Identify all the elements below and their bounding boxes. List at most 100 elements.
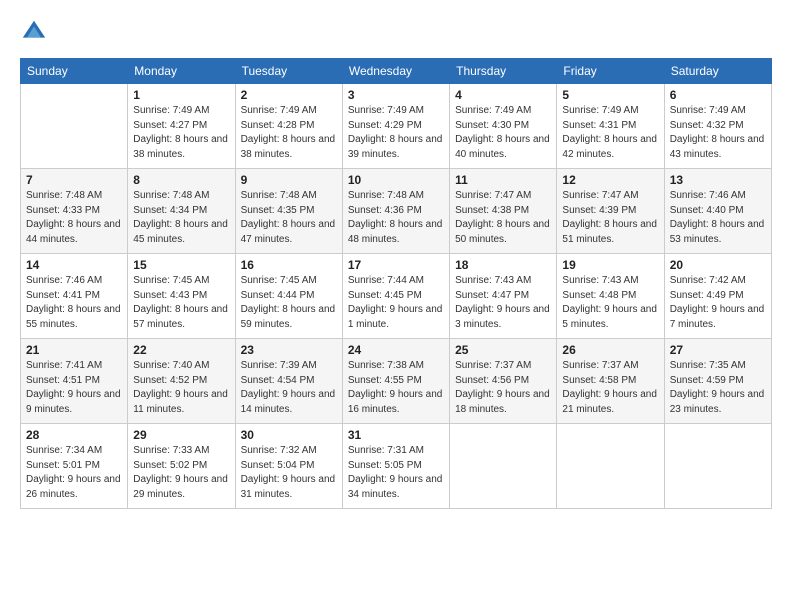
- day-info: Sunrise: 7:46 AMSunset: 4:40 PMDaylight:…: [670, 189, 766, 247]
- day-number: 19: [562, 258, 658, 272]
- day-cell-14: 14 Sunrise: 7:46 AMSunset: 4:41 PMDayligh…: [21, 254, 128, 339]
- day-cell-16: 16 Sunrise: 7:45 AMSunset: 4:44 PMDayligh…: [235, 254, 342, 339]
- day-cell-19: 19 Sunrise: 7:43 AMSunset: 4:48 PMDayligh…: [557, 254, 664, 339]
- day-number: 21: [26, 343, 122, 357]
- weekday-header-wednesday: Wednesday: [342, 59, 449, 84]
- calendar-table: SundayMondayTuesdayWednesdayThursdayFrid…: [20, 58, 772, 509]
- day-info: Sunrise: 7:33 AMSunset: 5:02 PMDaylight:…: [133, 444, 229, 502]
- day-info: Sunrise: 7:45 AMSunset: 4:43 PMDaylight:…: [133, 274, 229, 332]
- day-info: Sunrise: 7:49 AMSunset: 4:28 PMDaylight:…: [241, 104, 337, 162]
- day-cell-6: 6 Sunrise: 7:49 AMSunset: 4:32 PMDaylight…: [664, 84, 771, 169]
- day-info: Sunrise: 7:42 AMSunset: 4:49 PMDaylight:…: [670, 274, 766, 332]
- day-number: 12: [562, 173, 658, 187]
- day-cell-3: 3 Sunrise: 7:49 AMSunset: 4:29 PMDaylight…: [342, 84, 449, 169]
- day-cell-2: 2 Sunrise: 7:49 AMSunset: 4:28 PMDaylight…: [235, 84, 342, 169]
- day-number: 14: [26, 258, 122, 272]
- logo-icon: [20, 18, 48, 46]
- day-cell-20: 20 Sunrise: 7:42 AMSunset: 4:49 PMDayligh…: [664, 254, 771, 339]
- day-info: Sunrise: 7:47 AMSunset: 4:38 PMDaylight:…: [455, 189, 551, 247]
- day-cell-12: 12 Sunrise: 7:47 AMSunset: 4:39 PMDayligh…: [557, 169, 664, 254]
- week-row-1: 1 Sunrise: 7:49 AMSunset: 4:27 PMDaylight…: [21, 84, 772, 169]
- day-info: Sunrise: 7:37 AMSunset: 4:58 PMDaylight:…: [562, 359, 658, 417]
- day-cell-23: 23Sunrise: 7:39 AMSunset: 4:54 PMDayligh…: [235, 339, 342, 424]
- day-number: 28: [26, 428, 122, 442]
- week-row-5: 28 Sunrise: 7:34 AMSunset: 5:01 PMDayligh…: [21, 424, 772, 509]
- day-cell-9: 9 Sunrise: 7:48 AMSunset: 4:35 PMDaylight…: [235, 169, 342, 254]
- day-number: 18: [455, 258, 551, 272]
- day-info: Sunrise: 7:43 AMSunset: 4:48 PMDaylight:…: [562, 274, 658, 332]
- day-info: Sunrise: 7:38 AMSunset: 4:55 PMDaylight:…: [348, 359, 444, 417]
- day-number: 3: [348, 88, 444, 102]
- day-number: 20: [670, 258, 766, 272]
- day-info: Sunrise: 7:40 AMSunset: 4:52 PMDaylight:…: [133, 359, 229, 417]
- weekday-header-sunday: Sunday: [21, 59, 128, 84]
- week-row-2: 7Sunrise: 7:48 AMSunset: 4:33 PMDaylight…: [21, 169, 772, 254]
- week-row-4: 21Sunrise: 7:41 AMSunset: 4:51 PMDayligh…: [21, 339, 772, 424]
- day-cell-21: 21Sunrise: 7:41 AMSunset: 4:51 PMDayligh…: [21, 339, 128, 424]
- day-number: 31: [348, 428, 444, 442]
- weekday-header-friday: Friday: [557, 59, 664, 84]
- day-number: 6: [670, 88, 766, 102]
- day-number: 9: [241, 173, 337, 187]
- day-cell-4: 4 Sunrise: 7:49 AMSunset: 4:30 PMDaylight…: [450, 84, 557, 169]
- day-number: 16: [241, 258, 337, 272]
- day-number: 27: [670, 343, 766, 357]
- day-info: Sunrise: 7:49 AMSunset: 4:29 PMDaylight:…: [348, 104, 444, 162]
- day-number: 11: [455, 173, 551, 187]
- day-number: 22: [133, 343, 229, 357]
- day-info: Sunrise: 7:43 AMSunset: 4:47 PMDaylight:…: [455, 274, 551, 332]
- day-info: Sunrise: 7:49 AMSunset: 4:27 PMDaylight:…: [133, 104, 229, 162]
- day-number: 8: [133, 173, 229, 187]
- logo: [20, 18, 52, 46]
- day-cell-empty: [664, 424, 771, 509]
- weekday-header-thursday: Thursday: [450, 59, 557, 84]
- day-cell-7: 7Sunrise: 7:48 AMSunset: 4:33 PMDaylight…: [21, 169, 128, 254]
- day-info: Sunrise: 7:44 AMSunset: 4:45 PMDaylight:…: [348, 274, 444, 332]
- week-row-3: 14 Sunrise: 7:46 AMSunset: 4:41 PMDayligh…: [21, 254, 772, 339]
- day-cell-empty: [450, 424, 557, 509]
- day-info: Sunrise: 7:32 AMSunset: 5:04 PMDaylight:…: [241, 444, 337, 502]
- day-info: Sunrise: 7:35 AMSunset: 4:59 PMDaylight:…: [670, 359, 766, 417]
- day-info: Sunrise: 7:48 AMSunset: 4:34 PMDaylight:…: [133, 189, 229, 247]
- day-info: Sunrise: 7:49 AMSunset: 4:30 PMDaylight:…: [455, 104, 551, 162]
- day-cell-29: 29Sunrise: 7:33 AMSunset: 5:02 PMDayligh…: [128, 424, 235, 509]
- day-number: 24: [348, 343, 444, 357]
- day-number: 2: [241, 88, 337, 102]
- day-cell-31: 31 Sunrise: 7:31 AMSunset: 5:05 PMDayligh…: [342, 424, 449, 509]
- day-cell-28: 28 Sunrise: 7:34 AMSunset: 5:01 PMDayligh…: [21, 424, 128, 509]
- day-info: Sunrise: 7:31 AMSunset: 5:05 PMDaylight:…: [348, 444, 444, 502]
- day-number: 23: [241, 343, 337, 357]
- weekday-header-tuesday: Tuesday: [235, 59, 342, 84]
- day-cell-empty: [21, 84, 128, 169]
- day-number: 30: [241, 428, 337, 442]
- day-info: Sunrise: 7:46 AMSunset: 4:41 PMDaylight:…: [26, 274, 122, 332]
- day-number: 5: [562, 88, 658, 102]
- day-cell-30: 30 Sunrise: 7:32 AMSunset: 5:04 PMDayligh…: [235, 424, 342, 509]
- day-info: Sunrise: 7:45 AMSunset: 4:44 PMDaylight:…: [241, 274, 337, 332]
- day-cell-27: 27 Sunrise: 7:35 AMSunset: 4:59 PMDayligh…: [664, 339, 771, 424]
- day-cell-1: 1 Sunrise: 7:49 AMSunset: 4:27 PMDaylight…: [128, 84, 235, 169]
- weekday-header-monday: Monday: [128, 59, 235, 84]
- day-info: Sunrise: 7:49 AMSunset: 4:32 PMDaylight:…: [670, 104, 766, 162]
- day-cell-10: 10Sunrise: 7:48 AMSunset: 4:36 PMDayligh…: [342, 169, 449, 254]
- page-container: SundayMondayTuesdayWednesdayThursdayFrid…: [0, 0, 792, 519]
- day-number: 10: [348, 173, 444, 187]
- day-cell-15: 15Sunrise: 7:45 AMSunset: 4:43 PMDayligh…: [128, 254, 235, 339]
- weekday-header-saturday: Saturday: [664, 59, 771, 84]
- day-cell-11: 11 Sunrise: 7:47 AMSunset: 4:38 PMDayligh…: [450, 169, 557, 254]
- day-cell-8: 8 Sunrise: 7:48 AMSunset: 4:34 PMDaylight…: [128, 169, 235, 254]
- day-cell-24: 24 Sunrise: 7:38 AMSunset: 4:55 PMDayligh…: [342, 339, 449, 424]
- day-number: 4: [455, 88, 551, 102]
- day-cell-22: 22 Sunrise: 7:40 AMSunset: 4:52 PMDayligh…: [128, 339, 235, 424]
- day-number: 1: [133, 88, 229, 102]
- day-cell-13: 13Sunrise: 7:46 AMSunset: 4:40 PMDayligh…: [664, 169, 771, 254]
- header: [20, 18, 772, 46]
- day-number: 26: [562, 343, 658, 357]
- day-number: 7: [26, 173, 122, 187]
- day-info: Sunrise: 7:48 AMSunset: 4:35 PMDaylight:…: [241, 189, 337, 247]
- day-number: 17: [348, 258, 444, 272]
- day-info: Sunrise: 7:34 AMSunset: 5:01 PMDaylight:…: [26, 444, 122, 502]
- day-info: Sunrise: 7:47 AMSunset: 4:39 PMDaylight:…: [562, 189, 658, 247]
- day-info: Sunrise: 7:49 AMSunset: 4:31 PMDaylight:…: [562, 104, 658, 162]
- day-cell-25: 25Sunrise: 7:37 AMSunset: 4:56 PMDayligh…: [450, 339, 557, 424]
